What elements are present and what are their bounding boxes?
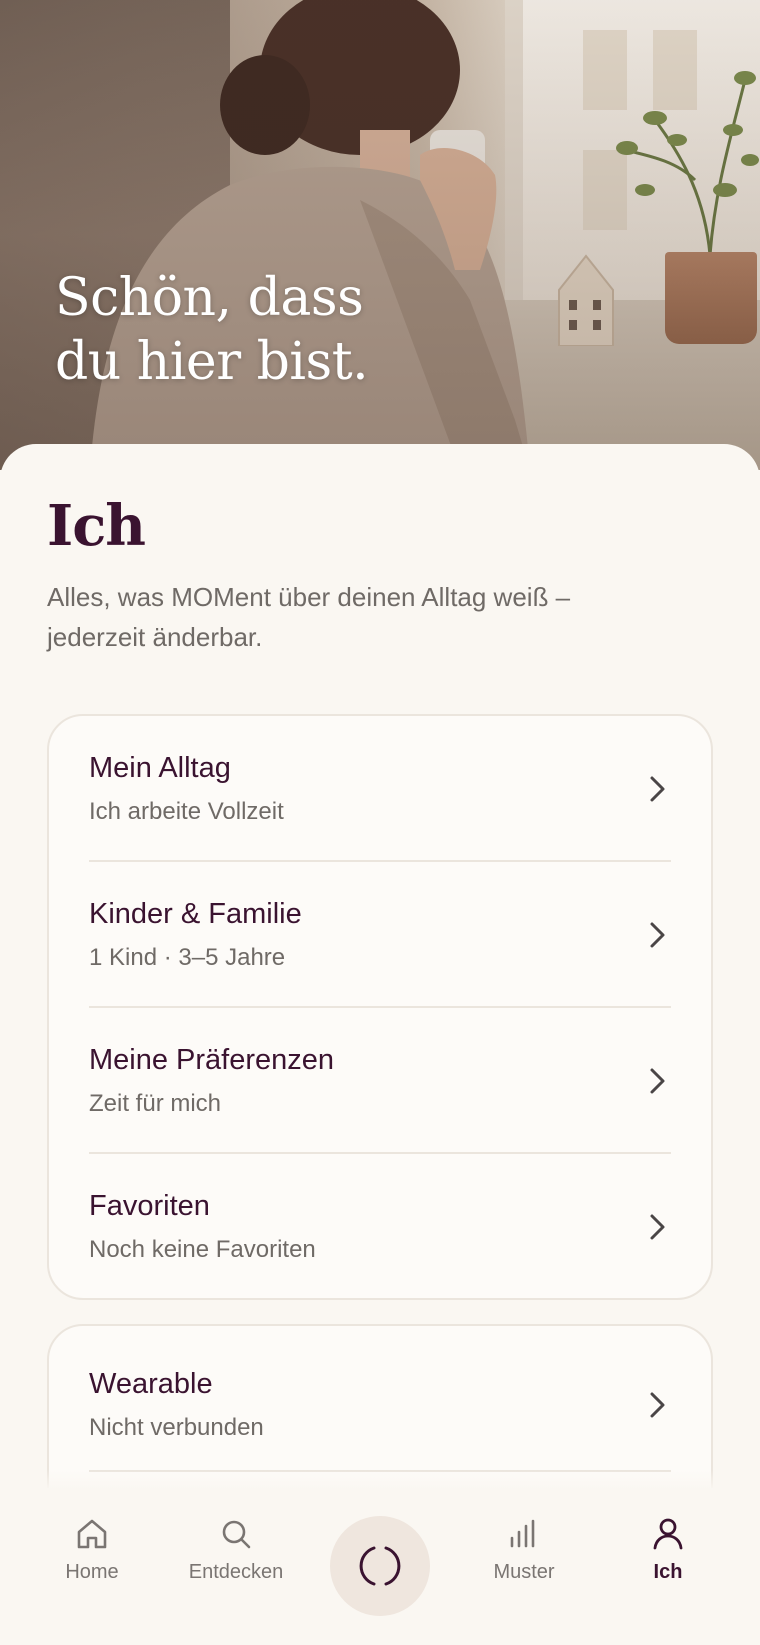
hero-greeting: Schön, dass du hier bist.	[55, 266, 369, 394]
page-subtitle: Alles, was MOMent über deinen Alltag wei…	[47, 582, 571, 652]
row-subtitle: Ich arbeite Vollzeit	[89, 798, 284, 825]
settings-row-wearable[interactable]: Wearable Nicht verbunden	[49, 1326, 711, 1472]
home-icon	[77, 1519, 107, 1549]
chevron-right-icon	[650, 922, 665, 948]
settings-row-mein-alltag[interactable]: Mein Alltag Ich arbeite Vollzeit	[49, 716, 711, 862]
row-title: Meine Präferenzen	[89, 1044, 335, 1076]
nav-label: Ich	[653, 1561, 683, 1583]
nav-item-entdecken[interactable]: Entdecken	[166, 1516, 306, 1606]
nav-item-muster[interactable]: Muster	[454, 1516, 594, 1606]
profile-sheet: Ich Alles, was MOMent über deinen Alltag…	[0, 444, 760, 1645]
moment-circle-icon	[359, 1546, 401, 1586]
hero-greeting-line-2: du hier bist.	[55, 332, 369, 392]
row-title: Mein Alltag	[89, 752, 231, 784]
nav-label: Home	[65, 1561, 119, 1583]
row-subtitle: Zeit für mich	[89, 1090, 222, 1117]
row-title: Kinder & Familie	[89, 898, 302, 930]
bar-chart-icon	[510, 1519, 535, 1548]
settings-row-praeferenzen[interactable]: Meine Präferenzen Zeit für mich	[49, 1008, 711, 1154]
row-subtitle: 1 Kind · 3–5 Jahre	[89, 944, 286, 971]
nav-item-ich[interactable]: Ich	[598, 1516, 738, 1606]
person-icon	[653, 1518, 683, 1550]
nav-item-home[interactable]: Home	[22, 1516, 162, 1606]
hero-image: Schön, dass du hier bist.	[0, 0, 760, 470]
nav-label: Entdecken	[188, 1561, 284, 1583]
hero-overlay	[0, 0, 760, 470]
row-subtitle: Noch keine Favoriten	[89, 1236, 316, 1263]
hero-greeting-line-1: Schön, dass	[55, 268, 364, 328]
nav-center-moment-button[interactable]	[330, 1516, 430, 1616]
nav-label: Muster	[493, 1561, 555, 1583]
row-title: Favoriten	[89, 1190, 210, 1222]
page-title: Ich	[47, 493, 146, 559]
row-title: Wearable	[89, 1368, 213, 1400]
row-subtitle: Nicht verbunden	[89, 1414, 264, 1441]
chevron-right-icon	[650, 1068, 665, 1094]
bottom-navigation: Home Entdecken Muster Ich	[0, 1488, 760, 1645]
profile-settings-card: Mein Alltag Ich arbeite Vollzeit Kinder …	[47, 714, 713, 1300]
settings-row-kinder-familie[interactable]: Kinder & Familie 1 Kind · 3–5 Jahre	[49, 862, 711, 1008]
settings-row-favoriten[interactable]: Favoriten Noch keine Favoriten	[49, 1154, 711, 1298]
search-icon	[222, 1520, 251, 1549]
chevron-right-icon	[650, 1392, 665, 1418]
chevron-right-icon	[650, 776, 665, 802]
nav-fade	[0, 1470, 760, 1490]
chevron-right-icon	[650, 1214, 665, 1240]
